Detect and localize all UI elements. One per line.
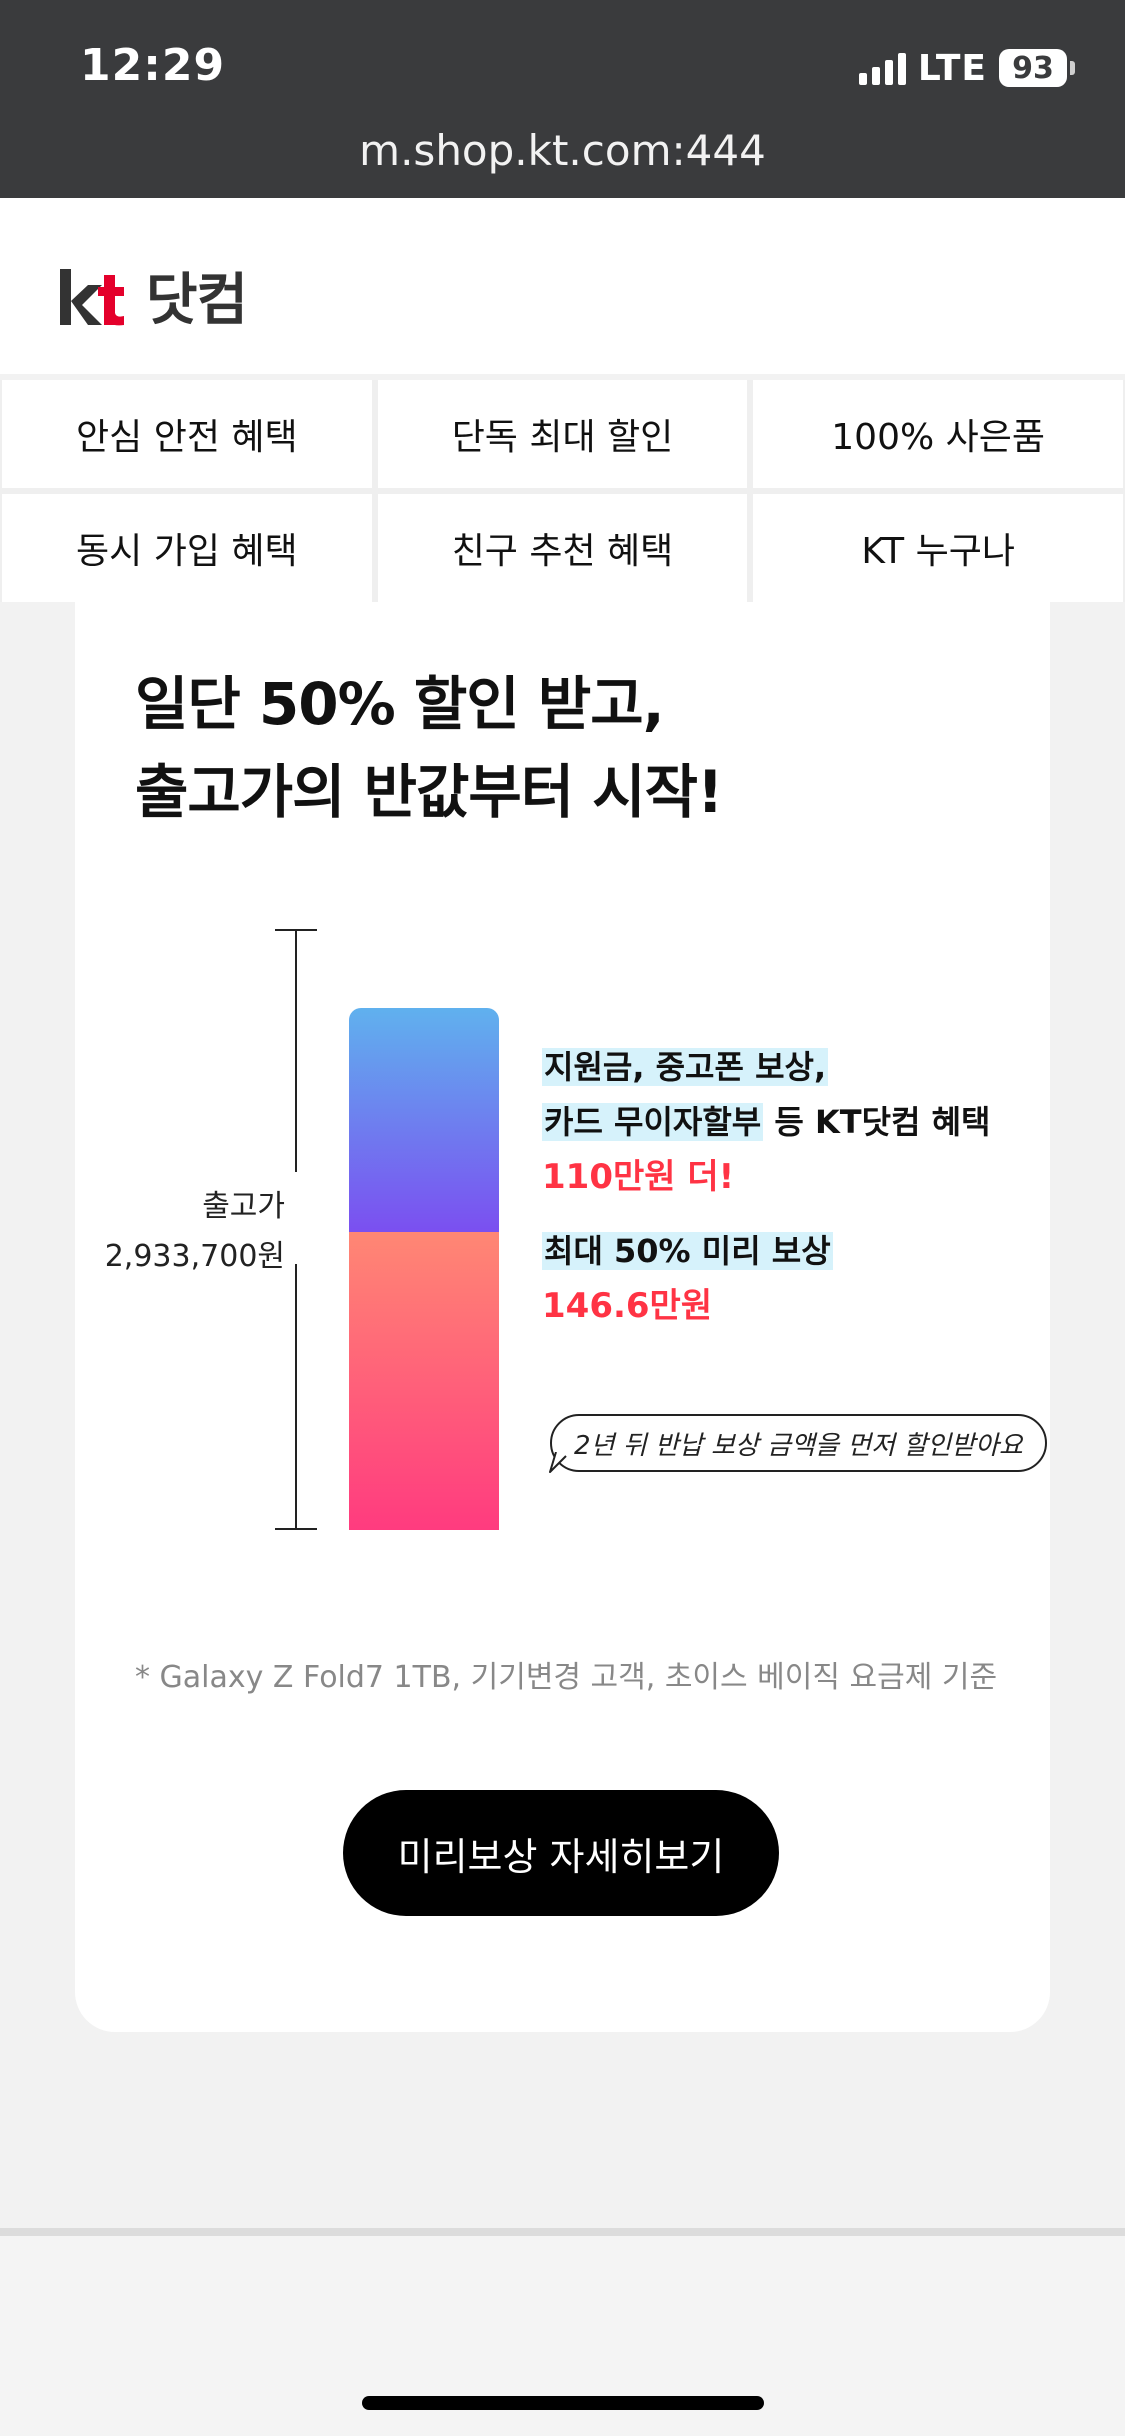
trade-in-desc: 최대 50% 미리 보상 (542, 1232, 833, 1270)
logo-text: 닷컴 (146, 268, 248, 333)
footnote: * Galaxy Z Fold7 1TB, 기기변경 고객, 초이스 베이직 요… (135, 1660, 998, 1695)
cellular-signal-icon (858, 51, 906, 85)
benefit-desc-line-1: 지원금, 중고폰 보상, (542, 1048, 829, 1086)
trade-in-description: 최대 50% 미리 보상 146.6만원 (542, 1224, 833, 1334)
trade-in-details-button[interactable]: 미리보상 자세히보기 (343, 1790, 779, 1916)
nav-safe-benefit[interactable]: 안심 안전 혜택 (2, 380, 372, 488)
price-label-title: 출고가 (202, 1189, 285, 1224)
benefit-desc-highlight: 카드 무이자할부 (542, 1103, 764, 1141)
price-label: 출고가 2,933,700원 (95, 1182, 285, 1282)
price-value: 2,933,700원 (104, 1239, 285, 1274)
nav-kt-anyone[interactable]: KT 누구나 (753, 494, 1123, 602)
benefit-bar-segment (349, 1008, 499, 1232)
network-type: LTE (917, 47, 987, 89)
price-range-top-tick (275, 929, 317, 931)
site-header: 닷컴 (0, 198, 1125, 374)
nav-gift[interactable]: 100% 사은품 (753, 380, 1123, 488)
kt-logo[interactable]: 닷컴 (60, 255, 248, 336)
benefit-nav-grid: 안심 안전 혜택 단독 최대 할인 100% 사은품 동시 가입 혜택 친구 추… (0, 380, 1125, 602)
nav-referral-benefit[interactable]: 친구 추천 혜택 (377, 494, 748, 602)
battery-icon: 93 (999, 49, 1075, 87)
benefit-description: 지원금, 중고폰 보상, 카드 무이자할부 등 KT닷컴 혜택 110만원 더! (542, 1040, 990, 1205)
bubble-tail-icon (549, 1452, 567, 1473)
benefit-amount: 110만원 더! (542, 1157, 735, 1197)
status-indicators: LTE 93 (858, 44, 1075, 92)
trade-in-amount: 146.6만원 (542, 1286, 713, 1326)
nav-bundle-benefit[interactable]: 동시 가입 혜택 (2, 494, 372, 602)
address-bar[interactable]: m.shop.kt.com:444 (0, 126, 1125, 175)
kt-logo-icon (60, 268, 124, 325)
section-divider (0, 2228, 1125, 2236)
trade-in-bar-segment (349, 1232, 499, 1530)
status-time: 12:29 (80, 40, 226, 91)
benefit-desc-rest: 등 KT닷컴 혜택 (763, 1103, 991, 1141)
battery-level: 93 (999, 49, 1067, 87)
promo-card: 일단 50% 할인 받고, 출고가의 반값부터 시작! 출고가 2,933,70… (75, 602, 1050, 2032)
home-indicator[interactable] (362, 2396, 764, 2410)
price-breakdown-graphic: 출고가 2,933,700원 지원금, 중고폰 보상, 카드 무이자할부 등 K… (75, 602, 1050, 1602)
price-range-bottom-tick (275, 1528, 317, 1530)
trade-in-tooltip-bubble: 2년 뒤 반납 보상 금액을 먼저 할인받아요 (550, 1414, 1047, 1472)
nav-exclusive-discount[interactable]: 단독 최대 할인 (377, 380, 748, 488)
browser-top-bar: 12:29 LTE 93 m.shop.kt.com:444 (0, 0, 1125, 198)
